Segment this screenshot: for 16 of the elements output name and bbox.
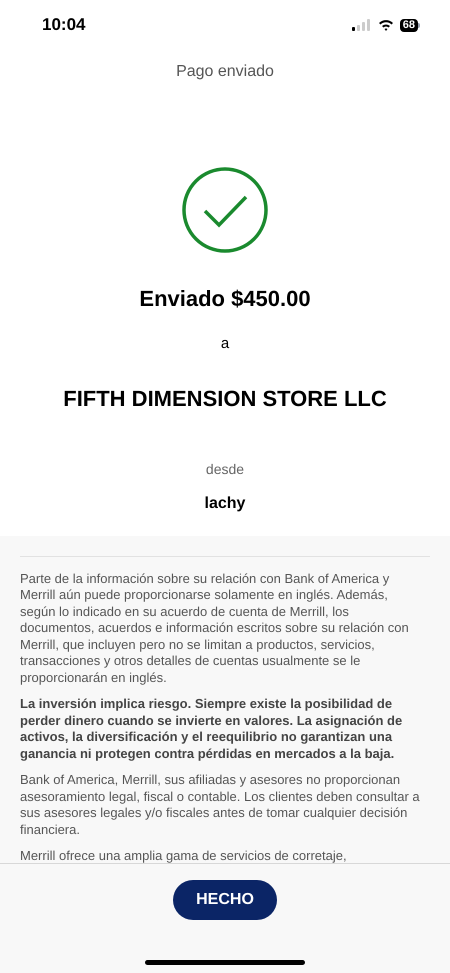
screen-title: Pago enviado xyxy=(176,62,274,82)
disclosure-paragraph: Merrill ofrece una amplia gama de servicios de corretaje, xyxy=(20,848,348,863)
amount-sent: Enviado $450.00 xyxy=(139,285,311,313)
disclosure-paragraph: Parte de la información sobre su relación con Bank of America y Merrill aún puede proporcionarse solamente en inglés. Además, según lo indicado en su acuerdo de cuenta de Merrill, los documentos, acuerdos e información escritos sobre su relación con Merrill, que incluyen pero no se limitan a productos, servicios, transacciones y otros detalles de cuentas usualmente se le proporcionarán en inglés. xyxy=(20,570,410,686)
status-time: 10:04 xyxy=(42,14,86,36)
battery-icon: 68 xyxy=(400,18,420,32)
disclosure-paragraph: Bank of America, Merrill, sus afiliadas y asesores no proporcionan asesoramiento legal, fiscal o contable. Los clientes deben consultar a sus asesores legales y/o fiscales antes de tomar cualquier decisión financiera. xyxy=(20,772,420,838)
check-circle-icon xyxy=(181,166,269,254)
to-label: a xyxy=(220,334,230,354)
from-label: desde xyxy=(206,460,244,478)
signal-icon xyxy=(352,19,372,31)
sender-name: lachy xyxy=(204,494,246,514)
wifi-icon xyxy=(378,19,394,31)
disclosure-paragraph: La inversión implica riesgo. Siempre existe la posibilidad de perder dinero cuando se invierte en valores. La asignación de activos, la diversificación y el reequilibrio no garantizan una ganancia ni protegen contra pérdidas en mercados a la baja. xyxy=(20,696,404,762)
done-button[interactable]: HECHO xyxy=(173,880,277,920)
recipient-name: FIFTH DIMENSION STORE LLC xyxy=(63,384,387,412)
